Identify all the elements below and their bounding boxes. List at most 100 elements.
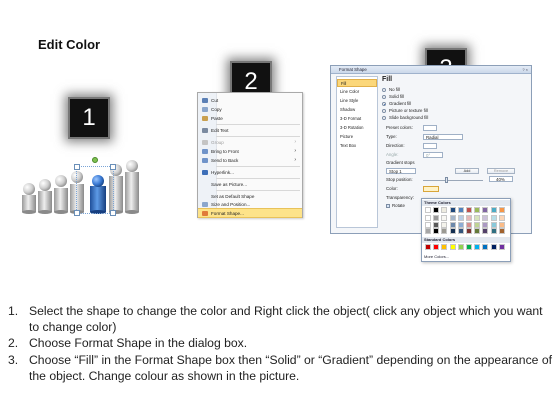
color-swatch[interactable]	[449, 221, 456, 228]
nav-text-box[interactable]: Text Box	[337, 142, 377, 150]
resize-handle[interactable]	[74, 210, 80, 216]
menu-divider	[216, 190, 300, 191]
color-swatch[interactable]	[433, 221, 440, 228]
resize-handle[interactable]	[74, 164, 80, 170]
menu-item-edit-text[interactable]: Edit Text	[198, 126, 302, 135]
color-swatch[interactable]	[457, 221, 464, 228]
color-swatch[interactable]	[482, 221, 489, 228]
radio-solid-fill[interactable]	[382, 95, 386, 99]
dialog-window-buttons[interactable]: ? ×	[522, 67, 528, 72]
menu-item-paste[interactable]: Paste	[198, 114, 302, 123]
cylinder-1	[22, 183, 36, 214]
nav-picture[interactable]: Picture	[337, 133, 377, 141]
color-swatch[interactable]	[466, 228, 472, 235]
color-swatch[interactable]	[457, 244, 464, 250]
color-swatch[interactable]	[498, 244, 505, 250]
color-swatch[interactable]	[490, 207, 497, 213]
color-swatch[interactable]	[498, 228, 505, 235]
menu-item-copy[interactable]: Copy	[198, 105, 302, 114]
remove-stop-button[interactable]: Remove	[487, 168, 515, 174]
stop-position-slider-thumb[interactable]	[445, 177, 448, 183]
color-swatch[interactable]	[490, 244, 497, 250]
color-swatch[interactable]	[466, 207, 472, 213]
menu-item-format-shape[interactable]: Format Shape...	[198, 208, 302, 218]
color-swatch[interactable]	[449, 244, 456, 250]
nav-fill[interactable]: Fill	[337, 79, 377, 87]
color-swatch[interactable]	[474, 244, 481, 250]
color-swatch[interactable]	[474, 221, 481, 228]
direction-label: Direction:	[386, 143, 405, 148]
menu-item-send-to-back[interactable]: Send to Back ›	[198, 156, 302, 165]
color-swatch[interactable]	[482, 207, 489, 213]
globe-link-icon	[202, 170, 208, 175]
color-swatch[interactable]	[425, 228, 431, 235]
color-swatch[interactable]	[441, 207, 448, 213]
nav-shadow[interactable]: Shadow	[337, 106, 377, 114]
color-swatch[interactable]	[482, 228, 489, 235]
color-swatch[interactable]	[457, 228, 464, 235]
fill-heading: Fill	[382, 76, 393, 83]
menu-item-bring-to-front[interactable]: Bring to Front ›	[198, 147, 302, 156]
color-swatch[interactable]	[466, 215, 472, 222]
color-swatch[interactable]	[498, 221, 505, 228]
color-swatch[interactable]	[466, 221, 472, 228]
color-swatch[interactable]	[490, 221, 497, 228]
stop-position-slider-track[interactable]	[423, 180, 483, 181]
radio-picture-fill[interactable]	[382, 109, 386, 113]
color-swatch[interactable]	[474, 207, 481, 213]
nav-3d-format[interactable]: 3-D Format	[337, 115, 377, 123]
menu-divider	[216, 136, 300, 137]
color-swatch[interactable]	[425, 221, 431, 228]
color-swatch[interactable]	[474, 215, 481, 222]
color-swatch[interactable]	[474, 228, 481, 235]
menu-item-hyperlink[interactable]: Hyperlink...	[198, 168, 302, 177]
radio-no-fill[interactable]	[382, 88, 386, 92]
color-swatch[interactable]	[433, 228, 440, 235]
color-swatch[interactable]	[482, 215, 489, 222]
color-swatch[interactable]	[441, 221, 448, 228]
type-dropdown[interactable]: Radial	[423, 134, 463, 140]
resize-handle[interactable]	[110, 164, 116, 170]
color-swatch[interactable]	[482, 244, 489, 250]
menu-item-group[interactable]: Group ›	[198, 138, 302, 147]
nav-line-color[interactable]: Line Color	[337, 88, 377, 96]
nav-3d-rotation[interactable]: 3-D Rotation	[337, 124, 377, 132]
color-swatch[interactable]	[457, 207, 464, 213]
color-swatch[interactable]	[466, 244, 472, 250]
color-swatch[interactable]	[433, 215, 440, 222]
angle-input[interactable]: 0°	[423, 152, 443, 158]
color-swatch[interactable]	[490, 228, 497, 235]
color-swatch[interactable]	[441, 215, 448, 222]
color-swatch[interactable]	[457, 215, 464, 222]
color-swatch[interactable]	[490, 215, 497, 222]
color-swatch[interactable]	[449, 207, 456, 213]
radio-gradient-fill[interactable]	[382, 102, 386, 106]
color-swatch[interactable]	[425, 215, 431, 222]
rotate-checkbox[interactable]	[386, 204, 390, 208]
color-swatch[interactable]	[498, 215, 505, 222]
rotation-handle[interactable]	[92, 157, 98, 163]
add-stop-button[interactable]: Add	[455, 168, 479, 174]
menu-item-cut[interactable]: Cut	[198, 96, 302, 105]
stop-position-input[interactable]: 40%	[489, 176, 513, 182]
color-swatch[interactable]	[449, 215, 456, 222]
direction-dropdown[interactable]	[423, 143, 437, 149]
color-swatch[interactable]	[441, 228, 448, 235]
dialog-titlebar: Format Shape ? ×	[331, 66, 531, 74]
color-swatch[interactable]	[449, 228, 456, 235]
color-dropdown[interactable]	[423, 186, 439, 192]
color-swatch[interactable]	[441, 244, 448, 250]
color-swatch[interactable]	[425, 244, 431, 250]
preset-colors-dropdown[interactable]	[423, 125, 437, 131]
resize-handle[interactable]	[110, 210, 116, 216]
type-label: Type:	[386, 134, 397, 139]
nav-line-style[interactable]: Line Style	[337, 97, 377, 105]
color-swatch[interactable]	[425, 207, 431, 213]
color-swatch[interactable]	[433, 244, 440, 250]
color-swatch[interactable]	[498, 207, 505, 213]
menu-item-save-as-picture[interactable]: Save as Picture...	[198, 180, 302, 189]
color-swatch[interactable]	[433, 207, 440, 213]
radio-slide-background-fill[interactable]	[382, 116, 386, 120]
stop-dropdown[interactable]: Stop 1	[386, 168, 416, 174]
more-colors-link[interactable]: More Colors...	[424, 254, 449, 259]
